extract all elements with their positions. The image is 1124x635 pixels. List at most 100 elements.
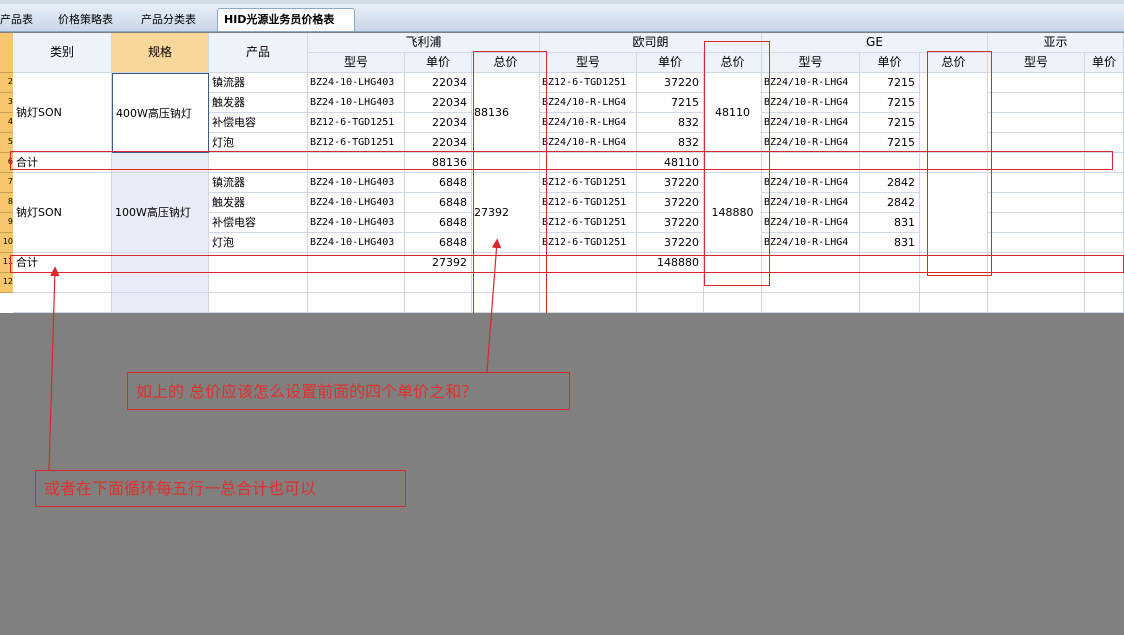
- header-unit-price[interactable]: 单价: [1085, 53, 1124, 73]
- cell-philips-price[interactable]: 6848: [405, 173, 472, 193]
- tab-product-table[interactable]: 产品表: [0, 10, 33, 30]
- cell-empty[interactable]: [405, 293, 472, 313]
- cell-osram-price[interactable]: 832: [637, 133, 704, 153]
- cell-spec[interactable]: 100W高压钠灯: [112, 173, 209, 253]
- cell-product[interactable]: 镇流器: [209, 73, 308, 93]
- cell-yashi-model[interactable]: [988, 133, 1085, 153]
- row-header[interactable]: 8: [0, 193, 13, 213]
- cell-osram-price[interactable]: 37220: [637, 193, 704, 213]
- cell-yashi-price[interactable]: [1085, 93, 1124, 113]
- row-header[interactable]: [0, 33, 13, 73]
- row-header[interactable]: 9: [0, 213, 13, 233]
- cell-empty[interactable]: [112, 293, 209, 313]
- tab-product-category[interactable]: 产品分类表: [141, 10, 196, 30]
- cell-philips-price[interactable]: 6848: [405, 213, 472, 233]
- cell-empty[interactable]: [13, 273, 112, 293]
- cell-yashi-price[interactable]: [1085, 233, 1124, 253]
- cell-osram-price[interactable]: 7215: [637, 93, 704, 113]
- cell-osram-model[interactable]: BZ12-6-TGD1251: [540, 233, 637, 253]
- header-unit-price[interactable]: 单价: [637, 53, 704, 73]
- header-brand-yashi[interactable]: 亚示: [988, 33, 1124, 53]
- cell-ge-model[interactable]: BZ24/10-R-LHG4: [762, 213, 860, 233]
- cell-yashi-model[interactable]: [988, 233, 1085, 253]
- cell-ge-model[interactable]: BZ24/10-R-LHG4: [762, 133, 860, 153]
- header-model[interactable]: 型号: [308, 53, 405, 73]
- cell-empty[interactable]: [540, 293, 637, 313]
- cell-yashi-model[interactable]: [988, 73, 1085, 93]
- cell-ge-model[interactable]: BZ24/10-R-LHG4: [762, 93, 860, 113]
- cell-empty[interactable]: [112, 273, 209, 293]
- cell-yashi-model[interactable]: [988, 173, 1085, 193]
- cell-empty[interactable]: [860, 293, 920, 313]
- header-brand-philips[interactable]: 飞利浦: [308, 33, 540, 53]
- cell-yashi-model[interactable]: [988, 213, 1085, 233]
- cell-ge-model[interactable]: BZ24/10-R-LHG4: [762, 113, 860, 133]
- cell-ge-price[interactable]: 831: [860, 213, 920, 233]
- row-header[interactable]: 2: [0, 73, 13, 93]
- cell-empty[interactable]: [920, 273, 988, 293]
- header-model[interactable]: 型号: [540, 53, 637, 73]
- header-model[interactable]: 型号: [988, 53, 1085, 73]
- cell-empty[interactable]: [920, 293, 988, 313]
- cell-empty[interactable]: [860, 273, 920, 293]
- cell-ge-price[interactable]: 2842: [860, 173, 920, 193]
- cell-yashi-model[interactable]: [988, 193, 1085, 213]
- tab-price-strategy[interactable]: 价格策略表: [58, 10, 113, 30]
- cell-philips-price[interactable]: 6848: [405, 193, 472, 213]
- cell-philips-model[interactable]: BZ24-10-LHG403: [308, 173, 405, 193]
- cell-product[interactable]: 补偿电容: [209, 213, 308, 233]
- cell-product[interactable]: 触发器: [209, 193, 308, 213]
- cell-ge-model[interactable]: BZ24/10-R-LHG4: [762, 73, 860, 93]
- cell-yashi-price[interactable]: [1085, 173, 1124, 193]
- cell-ge-price[interactable]: 7215: [860, 93, 920, 113]
- cell-osram-model[interactable]: BZ12-6-TGD1251: [540, 213, 637, 233]
- cell-yashi-model[interactable]: [988, 113, 1085, 133]
- cell-category[interactable]: 钠灯SON: [13, 73, 112, 153]
- cell-philips-model[interactable]: BZ24-10-LHG403: [308, 193, 405, 213]
- cell-osram-price[interactable]: 37220: [637, 73, 704, 93]
- row-header[interactable]: 5: [0, 133, 13, 153]
- cell-philips-price[interactable]: 22034: [405, 133, 472, 153]
- row-header[interactable]: 7: [0, 173, 13, 193]
- header-category[interactable]: 类别: [13, 33, 112, 73]
- cell-osram-model[interactable]: BZ24/10-R-LHG4: [540, 133, 637, 153]
- cell-osram-price[interactable]: 37220: [637, 213, 704, 233]
- cell-ge-price[interactable]: 7215: [860, 133, 920, 153]
- cell-philips-model[interactable]: BZ24-10-LHG403: [308, 213, 405, 233]
- cell-empty[interactable]: [762, 273, 860, 293]
- cell-ge-model[interactable]: BZ24/10-R-LHG4: [762, 233, 860, 253]
- cell-osram-model[interactable]: BZ12-6-TGD1251: [540, 73, 637, 93]
- cell-empty[interactable]: [988, 273, 1085, 293]
- header-unit-price[interactable]: 单价: [405, 53, 472, 73]
- cell-empty[interactable]: [1085, 273, 1124, 293]
- cell-empty[interactable]: [13, 293, 112, 313]
- cell-osram-model[interactable]: BZ24/10-R-LHG4: [540, 93, 637, 113]
- cell-empty[interactable]: [209, 273, 308, 293]
- header-model[interactable]: 型号: [762, 53, 860, 73]
- cell-product[interactable]: 触发器: [209, 93, 308, 113]
- cell-ge-price[interactable]: 7215: [860, 113, 920, 133]
- cell-osram-model[interactable]: BZ12-6-TGD1251: [540, 193, 637, 213]
- row-header[interactable]: 4: [0, 113, 13, 133]
- cell-product[interactable]: 补偿电容: [209, 113, 308, 133]
- cell-empty[interactable]: [704, 293, 762, 313]
- cell-product[interactable]: 镇流器: [209, 173, 308, 193]
- cell-yashi-price[interactable]: [1085, 73, 1124, 93]
- cell-ge-price[interactable]: 831: [860, 233, 920, 253]
- cell-osram-price[interactable]: 37220: [637, 233, 704, 253]
- cell-empty[interactable]: [209, 293, 308, 313]
- cell-empty[interactable]: [1085, 293, 1124, 313]
- cell-yashi-price[interactable]: [1085, 113, 1124, 133]
- header-unit-price[interactable]: 单价: [860, 53, 920, 73]
- cell-philips-model[interactable]: BZ12-6-TGD1251: [308, 133, 405, 153]
- cell-philips-price[interactable]: 22034: [405, 73, 472, 93]
- cell-empty[interactable]: [637, 293, 704, 313]
- cell-empty[interactable]: [405, 273, 472, 293]
- cell-empty[interactable]: [637, 273, 704, 293]
- cell-product[interactable]: 灯泡: [209, 133, 308, 153]
- cell-osram-model[interactable]: BZ12-6-TGD1251: [540, 173, 637, 193]
- cell-philips-model[interactable]: BZ12-6-TGD1251: [308, 113, 405, 133]
- cell-osram-price[interactable]: 832: [637, 113, 704, 133]
- cell-philips-model[interactable]: BZ24-10-LHG403: [308, 233, 405, 253]
- row-header[interactable]: 10: [0, 233, 13, 253]
